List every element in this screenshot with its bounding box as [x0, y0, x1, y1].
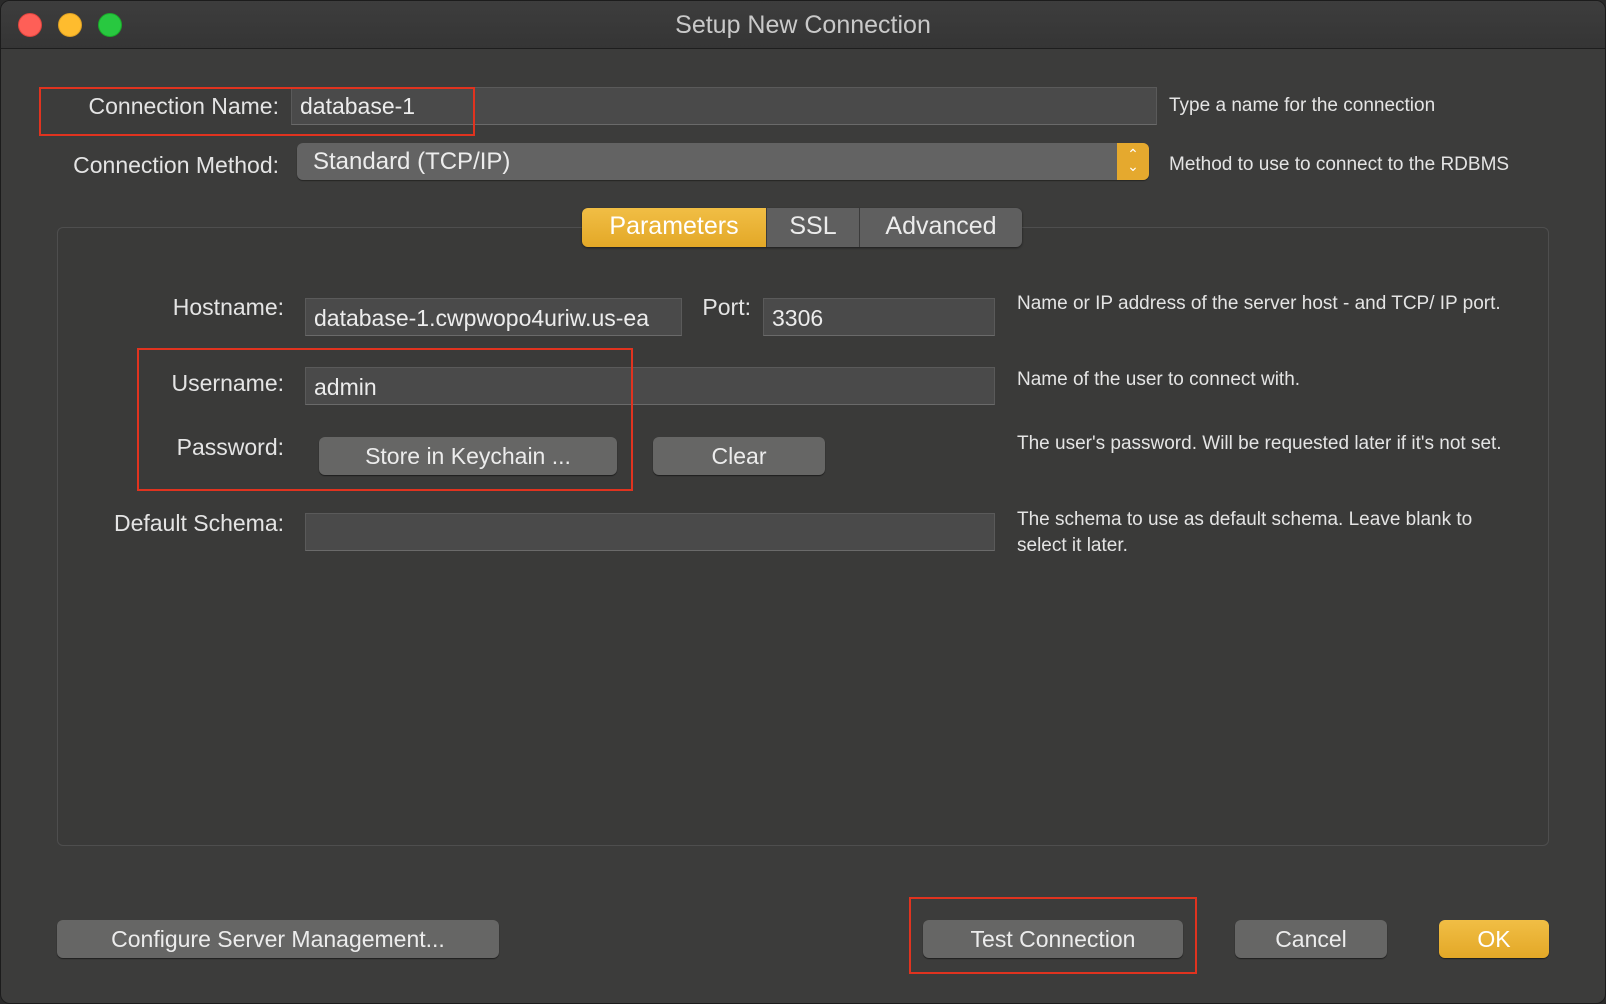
default-schema-label: Default Schema: [113, 510, 284, 536]
clear-password-button[interactable]: Clear [653, 437, 825, 475]
tab-parameters[interactable]: Parameters [582, 208, 766, 247]
configure-server-management-button[interactable]: Configure Server Management... [57, 920, 499, 958]
connection-method-select[interactable]: Standard (TCP/IP) ⌃ ⌄ [297, 143, 1149, 180]
tab-bar: Parameters SSL Advanced [582, 208, 1022, 247]
window-title: Setup New Connection [675, 11, 931, 39]
setup-connection-window: Setup New Connection Connection Name: da… [0, 0, 1606, 1004]
password-hint: The user's password. Will be requested l… [1017, 433, 1502, 454]
cancel-button[interactable]: Cancel [1235, 920, 1387, 958]
hostname-hint: Name or IP address of the server host - … [1017, 293, 1501, 314]
connection-name-label: Connection Name: [88, 93, 280, 119]
password-label: Password: [176, 434, 284, 460]
connection-method-value: Standard (TCP/IP) [313, 148, 511, 175]
username-hint: Name of the user to connect with. [1017, 369, 1301, 390]
connection-name-input[interactable]: database-1 [291, 87, 1157, 125]
hostname-input[interactable]: database-1.cwpwopo4uriw.us-ea [305, 298, 682, 336]
connection-method-hint: Method to use to connect to the RDBMS [1169, 154, 1510, 175]
username-input[interactable]: admin [305, 367, 995, 405]
select-arrows-icon: ⌃ ⌄ [1117, 143, 1149, 180]
hostname-label: Hostname: [172, 294, 284, 320]
title-bar: Setup New Connection [1, 1, 1605, 49]
store-in-keychain-button[interactable]: Store in Keychain ... [319, 437, 617, 475]
port-input[interactable]: 3306 [763, 298, 995, 336]
connection-name-hint: Type a name for the connection [1169, 95, 1436, 116]
default-schema-hint: The schema to use as default schema. Lea… [1017, 509, 1473, 556]
tab-ssl[interactable]: SSL [766, 208, 859, 247]
port-label: Port: [702, 294, 751, 320]
tab-advanced[interactable]: Advanced [859, 208, 1022, 247]
username-label: Username: [171, 370, 284, 396]
test-connection-button[interactable]: Test Connection [923, 920, 1183, 958]
default-schema-input[interactable] [305, 513, 995, 551]
ok-button[interactable]: OK [1439, 920, 1549, 958]
connection-method-label: Connection Method: [73, 152, 279, 178]
